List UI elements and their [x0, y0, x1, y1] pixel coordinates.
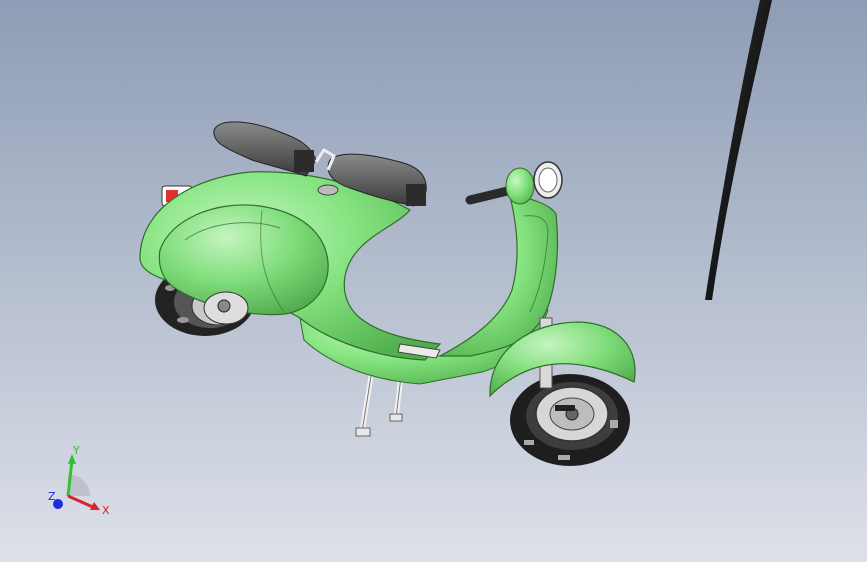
y-axis-label: Y — [72, 444, 80, 457]
orientation-triad: Y X Z — [40, 440, 120, 520]
front-wheel — [510, 374, 630, 466]
z-axis-label: Z — [48, 490, 56, 503]
fuel-cap — [317, 184, 339, 196]
viewport-background — [0, 0, 867, 562]
triad-svg: Y X Z — [48, 444, 110, 517]
rear-hub — [203, 291, 249, 325]
graphics-viewport[interactable]: Y X Z — [0, 0, 867, 562]
scooter-model-canvas[interactable] — [0, 0, 867, 562]
x-axis-arrow — [67, 494, 96, 510]
x-axis-label: X — [102, 504, 110, 517]
